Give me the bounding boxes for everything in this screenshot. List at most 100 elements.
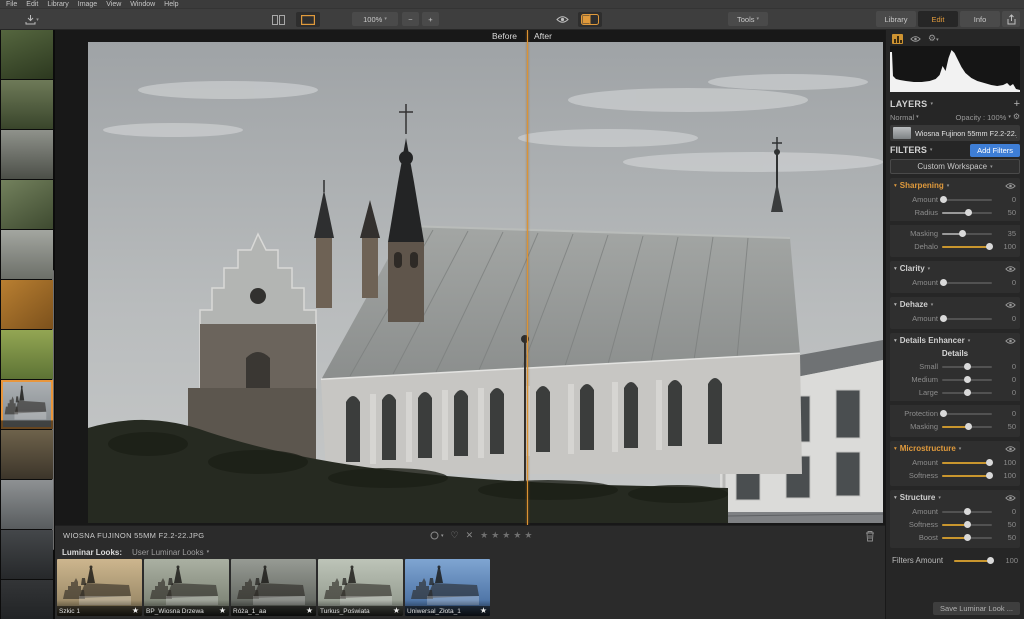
slider-thumb[interactable]	[965, 423, 972, 430]
slider-thumb[interactable]	[964, 363, 971, 370]
slider-thumb[interactable]	[964, 521, 971, 528]
look-thumbnail-szkic-1[interactable]: Szkic 1★	[57, 559, 142, 616]
favorite-heart-icon[interactable]: ♡	[451, 530, 459, 541]
filmstrip-thumbnail-8[interactable]	[1, 380, 53, 429]
look-thumbnail-uniwersal-złota-1[interactable]: Uniwersal_Złota_1★	[405, 559, 490, 616]
slider-thumb[interactable]	[940, 410, 947, 417]
filmstrip-thumbnail-3[interactable]	[1, 130, 53, 179]
slider-thumb[interactable]	[964, 389, 971, 396]
filter-header-microstructure[interactable]: ▾Microstructure▾	[894, 441, 1016, 456]
slider-thumb[interactable]	[959, 230, 966, 237]
filmstrip-thumbnail-7[interactable]	[1, 330, 53, 379]
look-favorite-star-icon[interactable]: ★	[393, 606, 400, 615]
details-enhancer-small-slider[interactable]	[942, 366, 992, 368]
filter-header-details-enhancer[interactable]: ▾Details Enhancer▾	[894, 333, 1016, 348]
single-view-button[interactable]	[296, 12, 320, 27]
look-favorite-star-icon[interactable]: ★	[480, 606, 487, 615]
look-thumbnail-bp-wiosna-drzewa[interactable]: BP_Wiosna Drzewa★	[144, 559, 229, 616]
before-after-toggle[interactable]	[578, 12, 602, 27]
export-button[interactable]: ▾	[20, 12, 44, 27]
tab-library[interactable]: Library	[876, 11, 916, 27]
slider-thumb[interactable]	[965, 209, 972, 216]
trash-icon[interactable]	[865, 530, 875, 542]
menu-view[interactable]: View	[106, 0, 121, 9]
visibility-eye-icon[interactable]	[1005, 182, 1016, 190]
look-favorite-star-icon[interactable]: ★	[306, 606, 313, 615]
sharpening-radius-slider[interactable]	[942, 212, 992, 214]
look-favorite-star-icon[interactable]: ★	[132, 606, 139, 615]
structure-softness-slider[interactable]	[942, 524, 992, 526]
quick-preview-button[interactable]	[550, 12, 574, 27]
microstructure-amount-slider[interactable]	[942, 462, 992, 464]
filmstrip-thumbnail-12[interactable]	[1, 580, 53, 619]
visibility-eye-icon[interactable]	[1005, 301, 1016, 309]
slider-thumb[interactable]	[964, 508, 971, 515]
sharpening-masking-slider[interactable]	[942, 233, 992, 235]
share-button[interactable]	[1002, 11, 1020, 27]
before-after-divider[interactable]	[527, 30, 528, 525]
layer-settings-gear-icon[interactable]: ⚙	[1013, 112, 1020, 122]
zoom-out-button[interactable]: −	[402, 12, 419, 26]
filter-header-sharpening[interactable]: ▾Sharpening▾	[894, 178, 1016, 193]
details-enhancer-masking-slider[interactable]	[942, 426, 992, 428]
menu-edit[interactable]: Edit	[26, 0, 38, 9]
clarity-amount-slider[interactable]	[942, 282, 992, 284]
compare-view-button[interactable]	[266, 12, 290, 27]
tools-dropdown[interactable]: Tools ▾	[728, 12, 768, 26]
zoom-level-dropdown[interactable]: 100% ▾	[352, 12, 398, 26]
microstructure-softness-slider[interactable]	[942, 475, 992, 477]
clipping-eye-icon[interactable]	[910, 35, 921, 43]
slider-thumb[interactable]	[986, 243, 993, 250]
details-enhancer-protection-slider[interactable]	[942, 413, 992, 415]
slider-thumb[interactable]	[964, 376, 971, 383]
menu-image[interactable]: Image	[78, 0, 97, 9]
slider-thumb[interactable]	[940, 315, 947, 322]
filmstrip-thumbnail-10[interactable]	[1, 480, 53, 529]
blend-mode-dropdown[interactable]: Normal	[890, 113, 914, 122]
filter-header-clarity[interactable]: ▾Clarity▾	[894, 261, 1016, 276]
opacity-dropdown[interactable]: 100%	[987, 113, 1006, 122]
tab-info[interactable]: Info	[960, 11, 1000, 27]
filmstrip-thumbnail-1[interactable]	[1, 30, 53, 79]
visibility-eye-icon[interactable]	[1005, 445, 1016, 453]
zoom-in-button[interactable]: +	[422, 12, 439, 26]
slider-thumb[interactable]	[940, 196, 947, 203]
details-enhancer-large-slider[interactable]	[942, 392, 992, 394]
filter-header-structure[interactable]: ▾Structure▾	[894, 490, 1016, 505]
filter-header-dehaze[interactable]: ▾Dehaze▾	[894, 297, 1016, 312]
save-luminar-look-button[interactable]: Save Luminar Look ...	[933, 602, 1020, 615]
look-thumbnail-róża-1-aa[interactable]: Róża_1_aa★	[231, 559, 316, 616]
filmstrip-thumbnail-6[interactable]	[1, 280, 53, 329]
star-rating[interactable]: ★★★★★	[480, 530, 535, 541]
visibility-eye-icon[interactable]	[1005, 265, 1016, 273]
sharpening-amount-slider[interactable]	[942, 199, 992, 201]
structure-boost-slider[interactable]	[942, 537, 992, 539]
add-filters-button[interactable]: Add Filters	[970, 144, 1020, 157]
slider-thumb[interactable]	[986, 472, 993, 479]
sharpening-dehalo-slider[interactable]	[942, 246, 992, 248]
filters-amount-slider-thumb[interactable]	[987, 557, 994, 564]
dehaze-amount-slider[interactable]	[942, 318, 992, 320]
add-layer-button[interactable]: +	[1014, 99, 1020, 109]
slider-thumb[interactable]	[964, 534, 971, 541]
looks-collection-dropdown[interactable]: User Luminar Looks▾	[132, 548, 209, 557]
slider-thumb[interactable]	[940, 279, 947, 286]
filmstrip-thumbnail-9[interactable]	[1, 430, 53, 479]
menu-library[interactable]: Library	[47, 0, 68, 9]
layer-item[interactable]: Wiosna Fujinon 55mm F2.2-22.jpg	[890, 125, 1020, 141]
menu-window[interactable]: Window	[130, 0, 155, 9]
structure-amount-slider[interactable]	[942, 511, 992, 513]
filmstrip-thumbnail-5[interactable]	[1, 230, 53, 279]
filmstrip-thumbnail-11[interactable]	[1, 530, 53, 579]
visibility-eye-icon[interactable]	[1005, 337, 1016, 345]
tab-edit[interactable]: Edit	[918, 11, 958, 27]
filmstrip-thumbnail-2[interactable]	[1, 80, 53, 129]
look-thumbnail-turkus-poświata[interactable]: Turkus_Poświata★	[318, 559, 403, 616]
gear-icon[interactable]: ⚙▾	[928, 33, 939, 45]
workspace-dropdown[interactable]: Custom Workspace▾	[890, 159, 1020, 174]
slider-thumb[interactable]	[986, 459, 993, 466]
menu-help[interactable]: Help	[164, 0, 178, 9]
color-label-dropdown[interactable]: ▾	[430, 531, 444, 540]
look-favorite-star-icon[interactable]: ★	[219, 606, 226, 615]
histogram[interactable]	[890, 46, 1020, 92]
